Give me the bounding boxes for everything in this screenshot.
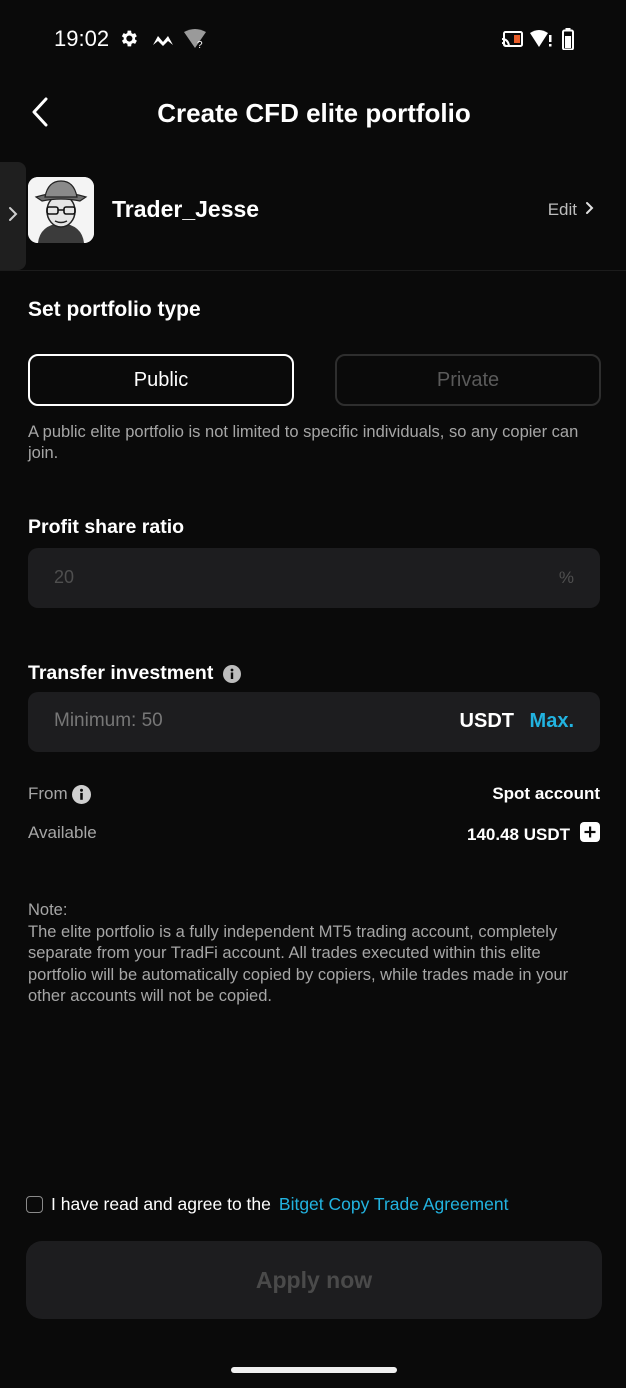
gear-icon [118,28,139,54]
info-icon[interactable] [71,784,91,804]
investment-amount-input[interactable]: Minimum: 50 USDT Max. [28,692,600,752]
percent-suffix: % [558,568,574,587]
available-row: 140.48 USDT [467,822,600,847]
agreement-row: I have read and agree to the Bitget Copy… [26,1194,508,1215]
note-label: Note: [28,901,68,919]
status-bar: 19:02 ? [0,0,626,80]
from-label: From [28,784,68,803]
from-account-value[interactable]: Spot account [492,784,600,804]
currency-label: USDT [459,710,514,732]
note: Note: The elite portfolio is a fully ind… [28,900,600,1008]
max-button[interactable]: Max. [530,710,574,733]
svg-text:?: ? [197,40,203,49]
agreement-checkbox[interactable] [26,1196,43,1213]
public-option-button[interactable]: Public [28,354,294,406]
apply-now-button[interactable]: Apply now [26,1241,602,1319]
profit-share-value: 20 [54,567,75,587]
portfolio-type-hint: A public elite portfolio is not limited … [28,423,579,462]
transfer-investment-title: Transfer investment [28,662,214,684]
status-time: 19:02 [54,26,110,51]
avatar [28,177,94,243]
info-icon[interactable] [223,664,242,683]
portfolio-type-title: Set portfolio type [28,298,201,321]
from-label-row: From [28,784,91,804]
battery-icon [562,28,574,55]
page-title: Create CFD elite portfolio [157,98,471,128]
nav-header: Create CFD elite portfolio [0,86,626,142]
edit-profile-link[interactable]: Edit [548,200,594,220]
wifi-alert-icon [530,29,552,54]
chevron-right-icon [585,200,594,220]
available-label: Available [28,823,97,842]
agreement-link[interactable]: Bitget Copy Trade Agreement [279,1194,509,1215]
available-balance: 140.48 USDT [467,824,570,844]
note-text: The elite portfolio is a fully independe… [28,922,569,1006]
cast-icon [500,30,524,55]
transfer-investment-header: Transfer investment [28,662,242,685]
profit-share-field[interactable]: 20 % [28,548,600,608]
username: Trader_Jesse [112,196,260,222]
agreement-text: I have read and agree to the [51,1194,271,1214]
edit-label: Edit [547,200,577,219]
home-indicator [231,1367,397,1373]
profit-share-title: Profit share ratio [28,516,185,538]
divider [0,270,626,271]
plus-icon[interactable] [580,822,600,847]
private-option-button[interactable]: Private [335,354,601,406]
investment-placeholder: Minimum: 50 [54,710,163,731]
game-controller-icon [152,33,174,51]
wifi-unknown-icon: ? [184,29,206,54]
profile-row: Trader_Jesse Edit [0,172,626,248]
